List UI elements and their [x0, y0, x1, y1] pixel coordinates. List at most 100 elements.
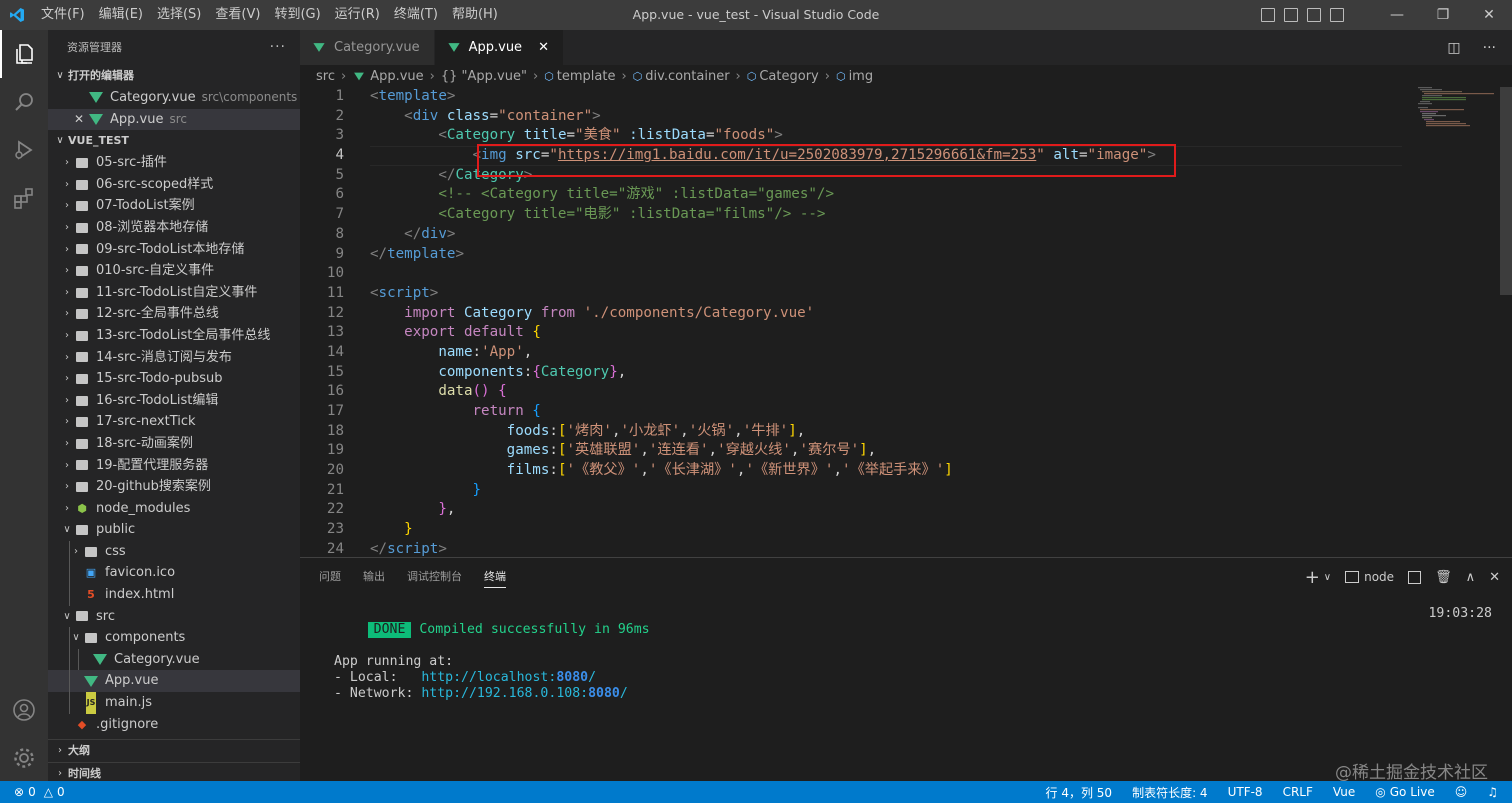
tree-item[interactable]: ▣ favicon.ico — [48, 562, 300, 585]
open-editors-header[interactable]: ∨ 打开的编辑器 — [48, 65, 300, 87]
tree-item[interactable]: › 12-src-全局事件总线 — [48, 303, 300, 325]
toggle-secondary-sidebar-icon[interactable] — [1307, 8, 1321, 22]
outline-header[interactable]: › 大纲 — [48, 740, 300, 762]
line-ending[interactable]: CRLF — [1283, 785, 1313, 799]
tree-item[interactable]: › css — [48, 540, 300, 563]
code-line[interactable]: 11 <script> — [300, 284, 1512, 304]
editor-more-actions-icon[interactable]: ··· — [1483, 40, 1496, 56]
code-line[interactable]: 8 </div> — [300, 225, 1512, 245]
tree-item[interactable]: › 19-配置代理服务器 — [48, 455, 300, 477]
notifications-bell-icon[interactable]: ♫ — [1487, 785, 1498, 799]
panel-tab-1[interactable]: 输出 — [363, 558, 385, 596]
tree-item[interactable]: App.vue — [48, 670, 300, 693]
tree-item[interactable]: 5 index.html — [48, 584, 300, 606]
toggle-sidebar-icon[interactable] — [1261, 8, 1275, 22]
code-line[interactable]: 6 <!-- <Category title="游戏" :listData="g… — [300, 185, 1512, 205]
code-line[interactable]: 16 data() { — [300, 382, 1512, 402]
code-line[interactable]: 9 </template> — [300, 245, 1512, 265]
code-line[interactable]: 15 components:{Category}, — [300, 363, 1512, 383]
close-panel-icon[interactable]: ✕ — [1489, 570, 1500, 585]
tree-item[interactable]: › 05-src-插件 — [48, 152, 300, 174]
more-actions-icon[interactable]: ··· — [270, 30, 286, 65]
tree-item[interactable]: ∨ public — [48, 519, 300, 541]
run-debug-icon[interactable] — [0, 126, 48, 174]
terminal-selector[interactable]: node — [1345, 570, 1394, 584]
minimap[interactable] — [1410, 87, 1500, 147]
encoding[interactable]: UTF-8 — [1228, 785, 1263, 799]
toggle-panel-icon[interactable] — [1284, 8, 1298, 22]
tree-item[interactable]: › 07-TodoList案例 — [48, 195, 300, 217]
close-window-button[interactable]: ✕ — [1466, 7, 1512, 23]
new-terminal-icon[interactable]: + — [1305, 567, 1320, 588]
panel-tab-3[interactable]: 终端 — [484, 558, 506, 596]
tree-item[interactable]: ◆ .gitignore — [48, 714, 300, 736]
tab-size[interactable]: 制表符长度: 4 — [1132, 784, 1208, 801]
code-line[interactable]: 10 — [300, 264, 1512, 284]
code-line[interactable]: 12 import Category from './components/Ca… — [300, 304, 1512, 324]
timeline-header[interactable]: › 时间线 — [48, 762, 300, 781]
minimize-button[interactable]: — — [1374, 7, 1420, 23]
breadcrumb-item[interactable]: img — [849, 69, 874, 84]
panel-tab-0[interactable]: 问题 — [319, 558, 341, 596]
code-line[interactable]: 13 export default { — [300, 323, 1512, 343]
feedback-icon[interactable]: ☺ — [1455, 785, 1468, 799]
tree-item[interactable]: › 06-src-scoped样式 — [48, 174, 300, 196]
tab-category-vue[interactable]: Category.vue — [300, 30, 435, 65]
menu-item-2[interactable]: 选择(S) — [150, 0, 208, 30]
tree-item[interactable]: › 11-src-TodoList自定义事件 — [48, 282, 300, 304]
tree-item[interactable]: › 17-src-nextTick — [48, 411, 300, 433]
accounts-icon[interactable] — [0, 686, 48, 734]
open-editor-item[interactable]: Category.vue src\components — [48, 87, 300, 109]
code-line[interactable]: 2 <div class="container"> — [300, 107, 1512, 127]
menu-item-1[interactable]: 编辑(E) — [92, 0, 150, 30]
split-editor-icon[interactable]: ◫ — [1447, 40, 1460, 56]
code-line[interactable]: 21 } — [300, 481, 1512, 501]
tree-item[interactable]: › ⬢ node_modules — [48, 498, 300, 520]
editor-scrollbar[interactable] — [1500, 87, 1512, 557]
tree-item[interactable]: › 09-src-TodoList本地存储 — [48, 239, 300, 261]
menu-item-4[interactable]: 转到(G) — [267, 0, 327, 30]
menu-item-5[interactable]: 运行(R) — [328, 0, 387, 30]
tree-item[interactable]: › 010-src-自定义事件 — [48, 260, 300, 282]
chevron-down-icon[interactable]: ∨ — [1324, 572, 1331, 583]
code-line[interactable]: 22 }, — [300, 500, 1512, 520]
restore-button[interactable]: ❐ — [1420, 7, 1466, 23]
tree-item[interactable]: › 08-浏览器本地存储 — [48, 217, 300, 239]
tree-item[interactable]: Category.vue — [48, 648, 300, 671]
breadcrumb-item[interactable]: template — [557, 69, 616, 84]
project-header[interactable]: ∨ VUE_TEST — [48, 130, 300, 152]
problems-status[interactable]: ⊗ 0 △ 0 — [0, 785, 65, 799]
close-tab-icon[interactable]: ✕ — [538, 40, 549, 55]
tree-item[interactable]: ∨ src — [48, 606, 300, 628]
go-live-button[interactable]: ◎ Go Live — [1375, 785, 1434, 799]
maximize-panel-chevron-up-icon[interactable]: ∧ — [1466, 570, 1476, 585]
scrollbar-thumb[interactable] — [1500, 87, 1512, 295]
manage-gear-icon[interactable] — [0, 734, 48, 782]
tree-item[interactable]: ∨ components — [48, 627, 300, 649]
customize-layout-icon[interactable] — [1330, 8, 1344, 22]
menu-item-0[interactable]: 文件(F) — [34, 0, 92, 30]
code-line[interactable]: 20 films:['《教父》','《长津湖》','《新世界》','《举起手来》… — [300, 461, 1512, 481]
open-editor-item[interactable]: ✕ App.vue src — [48, 108, 300, 131]
tree-item[interactable]: › 16-src-TodoList编辑 — [48, 390, 300, 412]
menu-item-7[interactable]: 帮助(H) — [445, 0, 505, 30]
code-line[interactable]: 19 games:['英雄联盟','连连看','穿越火线','赛尔号'], — [300, 441, 1512, 461]
explorer-icon[interactable] — [0, 30, 48, 78]
tree-item[interactable]: JS main.js — [48, 692, 300, 714]
tab-app-vue[interactable]: App.vue ✕ — [434, 30, 564, 65]
cursor-position[interactable]: 行 4，列 50 — [1046, 784, 1113, 801]
tree-item[interactable]: › 15-src-Todo-pubsub — [48, 368, 300, 390]
breadcrumb-item[interactable]: Category — [759, 69, 818, 84]
search-icon[interactable] — [0, 78, 48, 126]
code-line[interactable]: 24 </script> — [300, 540, 1512, 557]
menu-item-3[interactable]: 查看(V) — [208, 0, 267, 30]
code-line[interactable]: 23 } — [300, 520, 1512, 540]
split-terminal-icon[interactable] — [1408, 570, 1422, 584]
code-line[interactable]: 18 foods:['烤肉','小龙虾','火锅','牛排'], — [300, 422, 1512, 442]
code-line[interactable]: 17 return { — [300, 402, 1512, 422]
kill-terminal-trash-icon[interactable]: 🗑 — [1435, 570, 1452, 585]
tree-item[interactable]: › 20-github搜索案例 — [48, 476, 300, 498]
menu-item-6[interactable]: 终端(T) — [387, 0, 445, 30]
code-line[interactable]: 7 <Category title="电影" :listData="films"… — [300, 205, 1512, 225]
code-line[interactable]: 14 name:'App', — [300, 343, 1512, 363]
